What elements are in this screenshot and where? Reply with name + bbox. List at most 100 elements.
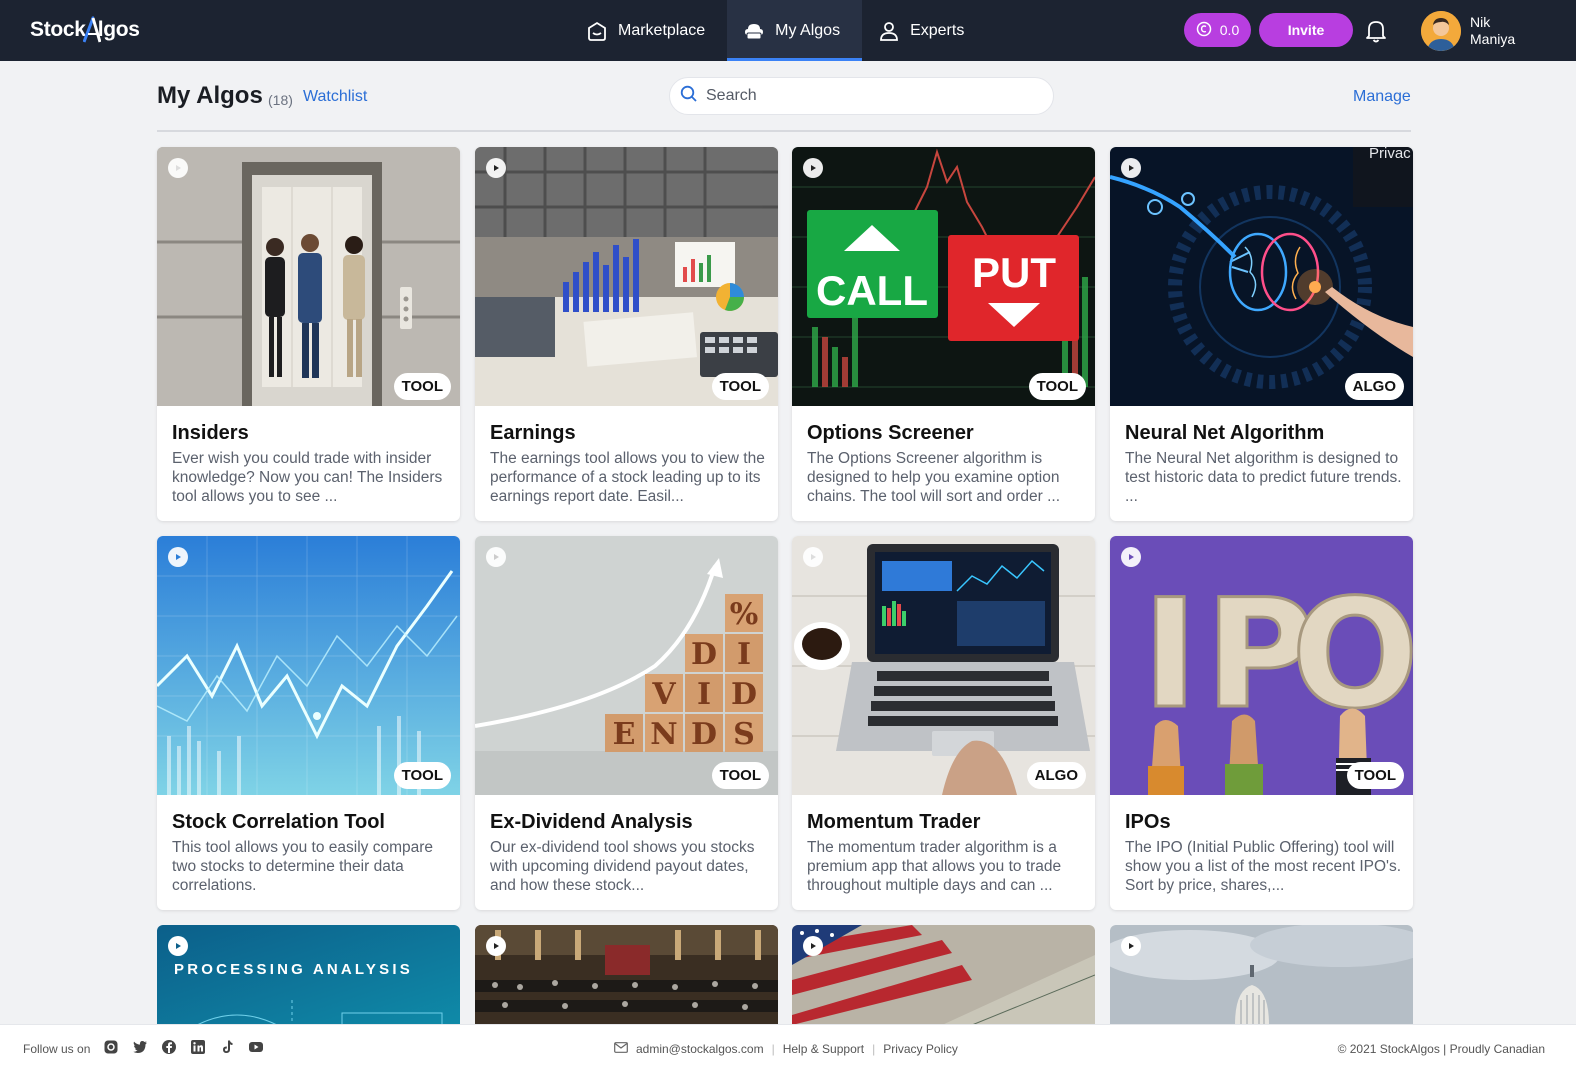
block-letter: E xyxy=(613,717,636,752)
algo-card-stock-correlation[interactable]: TOOL Stock Correlation Tool This tool al… xyxy=(157,536,460,910)
tab-experts-label: Experts xyxy=(910,21,965,39)
instagram-icon[interactable] xyxy=(103,1039,119,1055)
mail-icon xyxy=(614,1042,628,1056)
card-image-congress-hall xyxy=(475,925,778,1025)
play-icon[interactable] xyxy=(803,936,823,956)
type-badge: TOOL xyxy=(1346,762,1404,789)
play-icon[interactable] xyxy=(168,936,188,956)
block-letter: I xyxy=(737,637,751,672)
card-title: Options Screener xyxy=(807,422,974,444)
follow-label: Follow us on xyxy=(23,1042,91,1056)
coin-balance-badge[interactable]: 0.0 xyxy=(1184,13,1251,47)
block-letter: D xyxy=(691,717,717,752)
card-title: Ex-Dividend Analysis xyxy=(490,811,693,833)
card-title: Momentum Trader xyxy=(807,811,981,833)
search-input[interactable] xyxy=(706,87,1026,105)
page-title: My Algos xyxy=(157,82,263,109)
algo-card-options-screener[interactable]: CALL PUT TOOL Options Screener The Optio… xyxy=(792,147,1095,521)
algo-card-momentum-trader[interactable]: ALGO Momentum Trader The momentum trader… xyxy=(792,536,1095,910)
algo-card-insiders[interactable]: TOOL Insiders Ever wish you could trade … xyxy=(157,147,460,521)
put-text: PUT xyxy=(972,249,1056,296)
search-icon xyxy=(680,85,698,108)
block-letter: N xyxy=(650,717,677,752)
algo-card-neural-net[interactable]: Privac ALGO Neural Net Algorithm The Neu… xyxy=(1110,147,1413,521)
card-image-correlation-chart xyxy=(157,536,460,795)
play-icon[interactable] xyxy=(1121,936,1141,956)
footer-separator: | xyxy=(872,1042,876,1056)
linkedin-icon[interactable] xyxy=(190,1039,206,1055)
algo-card-earnings[interactable]: TOOL Earnings The earnings tool allows y… xyxy=(475,147,778,521)
avatar[interactable] xyxy=(1421,11,1461,51)
play-icon[interactable] xyxy=(168,547,188,567)
tiktok-icon[interactable] xyxy=(219,1039,235,1055)
cloud-box-icon xyxy=(743,20,765,42)
algo-card-congress-trades[interactable] xyxy=(475,925,778,1025)
card-image-flag-dollars xyxy=(792,925,1095,1025)
privacy-policy-link[interactable]: Privacy Policy xyxy=(883,1042,958,1056)
watchlist-link[interactable]: Watchlist xyxy=(303,88,367,106)
card-description: The Neural Net algorithm is designed to … xyxy=(1125,450,1402,505)
block-letter: D xyxy=(691,637,717,672)
card-image-processing: PROCESSING ANALYSIS xyxy=(157,925,460,1025)
twitter-icon[interactable] xyxy=(132,1039,148,1055)
call-text: CALL xyxy=(816,267,928,314)
invite-button[interactable]: Invite xyxy=(1259,13,1353,47)
play-icon[interactable] xyxy=(803,158,823,178)
card-title: IPOs xyxy=(1125,811,1171,833)
card-image-call-put: CALL PUT xyxy=(792,147,1095,406)
youtube-icon[interactable] xyxy=(248,1039,264,1055)
manage-link[interactable]: Manage xyxy=(1353,88,1411,106)
play-icon[interactable] xyxy=(486,158,506,178)
algo-card-capitol[interactable] xyxy=(1110,925,1413,1025)
card-image-laptop-trading xyxy=(792,536,1095,795)
search-bar[interactable] xyxy=(669,77,1054,115)
card-title: Insiders xyxy=(172,422,249,444)
user-icon xyxy=(878,20,900,42)
card-description: The earnings tool allows you to view the… xyxy=(490,450,765,505)
card-image-dividend-blocks: % D I V I D E N D S xyxy=(475,536,778,795)
card-description: Our ex-dividend tool shows you stocks wi… xyxy=(490,839,755,894)
footer: Follow us on admin@stockalgos.com | Help… xyxy=(0,1024,1576,1073)
type-badge: TOOL xyxy=(711,373,769,400)
card-description: The Options Screener algorithm is design… xyxy=(807,450,1061,505)
play-icon[interactable] xyxy=(1121,547,1141,567)
user-name[interactable]: Nik Maniya xyxy=(1470,14,1515,48)
play-icon[interactable] xyxy=(803,547,823,567)
type-badge: TOOL xyxy=(393,373,451,400)
play-icon[interactable] xyxy=(486,936,506,956)
copyright-text: © 2021 StockAlgos | Proudly Canadian xyxy=(1337,1042,1545,1056)
type-badge: TOOL xyxy=(393,762,451,789)
algo-card-dollar-flag[interactable] xyxy=(792,925,1095,1025)
facebook-icon[interactable] xyxy=(161,1039,177,1055)
top-navbar: Stock lgos Marketplace My Algos Experts xyxy=(0,0,1576,61)
card-description: The IPO (Initial Public Offering) tool w… xyxy=(1125,839,1402,894)
help-support-link[interactable]: Help & Support xyxy=(783,1042,864,1056)
type-badge: ALGO xyxy=(1344,373,1404,400)
algo-count: (18) xyxy=(268,92,293,108)
card-image-capitol-dome xyxy=(1110,925,1413,1025)
bell-icon[interactable] xyxy=(1364,18,1388,44)
card-title: Earnings xyxy=(490,422,576,444)
type-badge: TOOL xyxy=(711,762,769,789)
logo-text-stock: Stock xyxy=(30,18,86,41)
tab-experts[interactable]: Experts xyxy=(862,0,986,61)
algo-card-ipos[interactable]: I P O TOOL IPOs The IPO (Initial Public … xyxy=(1110,536,1413,910)
store-icon xyxy=(586,20,608,42)
card-title: Stock Correlation Tool xyxy=(172,811,385,833)
tab-marketplace[interactable]: Marketplace xyxy=(570,0,727,61)
card-description: The momentum trader algorithm is a premi… xyxy=(807,839,1062,894)
algo-card-ex-dividend[interactable]: % D I V I D E N D S TOOL Ex-Dividend Ana… xyxy=(475,536,778,910)
stockalgos-logo[interactable]: Stock lgos xyxy=(30,14,140,46)
logo-text-algos: lgos xyxy=(97,18,140,41)
tab-my-algos[interactable]: My Algos xyxy=(727,0,863,61)
play-icon[interactable] xyxy=(486,547,506,567)
tab-my-algos-label: My Algos xyxy=(775,21,841,39)
header-divider xyxy=(157,130,1411,132)
support-email-link[interactable]: admin@stockalgos.com xyxy=(636,1042,764,1056)
algo-card-processing-analysis[interactable]: PROCESSING ANALYSIS xyxy=(157,925,460,1025)
play-icon[interactable] xyxy=(1121,158,1141,178)
main-nav-tabs: Marketplace My Algos Experts xyxy=(570,0,986,61)
coin-balance: 0.0 xyxy=(1219,22,1240,38)
play-icon[interactable] xyxy=(168,158,188,178)
footer-separator: | xyxy=(771,1042,775,1056)
